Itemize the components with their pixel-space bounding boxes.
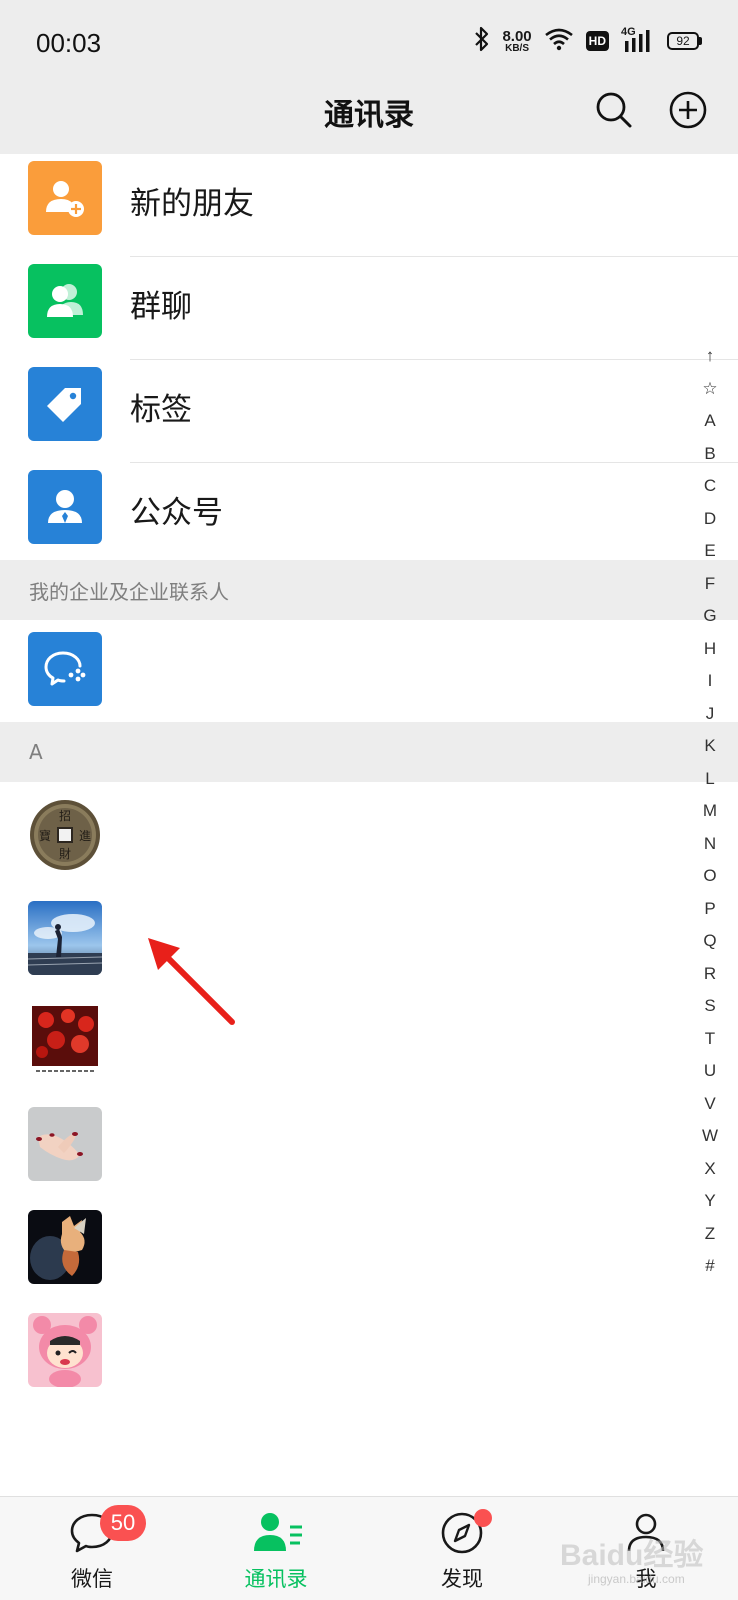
watermark-url: jingyan.baidu.com [588, 1572, 685, 1586]
battery-level: 92 [667, 32, 699, 50]
add-icon[interactable] [668, 90, 708, 130]
index-letter[interactable]: O [690, 860, 730, 893]
status-time: 00:03 [36, 28, 102, 58]
bluetooth-icon [474, 26, 490, 56]
svg-text:財: 財 [59, 846, 71, 861]
section-header-enterprise: 我的企业及企业联系人 [0, 560, 738, 620]
menu-item-new-friends[interactable]: 新的朋友 [0, 154, 738, 257]
index-letter[interactable]: V [690, 1088, 730, 1121]
svg-text:招: 招 [59, 809, 71, 823]
index-letter[interactable]: J [690, 698, 730, 731]
red-lanterns-avatar [28, 1004, 102, 1078]
battery-icon: 92 [667, 32, 702, 50]
menu-item-tags[interactable]: 标签 [0, 360, 738, 463]
index-letter[interactable]: ↑ [690, 340, 730, 373]
tab-label: 微信 [71, 1567, 113, 1591]
tab-chats[interactable]: 50 微信 [22, 1497, 162, 1600]
group-chat-icon [28, 264, 102, 338]
menu-item-label: 新的朋友 [130, 186, 254, 222]
alphabet-index-bar[interactable]: ↑ ☆ A B C D E F G H I J K L M N O P Q R S T U V W X Y Z # [690, 340, 730, 1283]
unread-badge: 50 [100, 1505, 146, 1541]
watermark-text: Baidu经验 [560, 1539, 704, 1572]
tab-label: 发现 [441, 1567, 483, 1591]
tab-contacts[interactable]: 通讯录 [206, 1497, 346, 1600]
svg-text:寶: 寶 [39, 828, 51, 843]
index-letter[interactable]: Z [690, 1218, 730, 1251]
contact-row[interactable] [0, 1210, 738, 1313]
svg-text:進: 進 [79, 829, 91, 843]
menu-item-official-accounts[interactable]: 公众号 [0, 463, 738, 566]
index-letter[interactable]: H [690, 633, 730, 666]
index-letter[interactable]: E [690, 535, 730, 568]
net-speed: 8.00 KB/S [502, 29, 531, 54]
official-account-icon [28, 470, 102, 544]
index-letter[interactable]: W [690, 1120, 730, 1153]
index-letter[interactable]: # [690, 1250, 730, 1283]
menu-item-label: 公众号 [130, 495, 223, 531]
net-speed-unit: KB/S [505, 42, 529, 54]
cartoon-avatar [28, 1313, 102, 1387]
index-letter[interactable]: Y [690, 1185, 730, 1218]
section-header-letter: A [0, 722, 738, 782]
coin-avatar: 招 財 寶 進 [28, 798, 102, 872]
index-letter[interactable]: I [690, 665, 730, 698]
index-letter[interactable]: A [690, 405, 730, 438]
annotation-arrow-icon [140, 930, 240, 1034]
title-bar: 通讯录 [0, 84, 738, 154]
index-letter[interactable]: L [690, 763, 730, 796]
search-icon[interactable] [594, 90, 634, 130]
contact-row[interactable] [0, 1004, 738, 1107]
index-letter[interactable]: N [690, 828, 730, 861]
index-letter[interactable]: P [690, 893, 730, 926]
index-letter[interactable]: S [690, 990, 730, 1023]
index-letter[interactable]: D [690, 503, 730, 536]
index-letter[interactable]: M [690, 795, 730, 828]
index-letter[interactable]: F [690, 568, 730, 601]
notification-dot [474, 1509, 492, 1527]
contact-row[interactable] [0, 1313, 738, 1416]
hd-icon: HD [585, 31, 609, 51]
hand-nails-avatar [28, 1107, 102, 1181]
index-letter[interactable]: Q [690, 925, 730, 958]
menu-item-label: 群聊 [130, 289, 192, 325]
index-letter[interactable]: K [690, 730, 730, 763]
index-letter[interactable]: R [690, 958, 730, 991]
index-letter[interactable]: B [690, 438, 730, 471]
index-letter[interactable]: C [690, 470, 730, 503]
contact-row[interactable]: 招 財 寶 進 [0, 798, 738, 901]
contacts-icon [252, 1509, 302, 1557]
index-letter[interactable]: G [690, 600, 730, 633]
index-letter[interactable]: T [690, 1023, 730, 1056]
wifi-icon [544, 27, 574, 55]
tag-icon [28, 367, 102, 441]
add-friend-icon [28, 161, 102, 235]
enterprise-contacts-item[interactable] [0, 625, 738, 728]
status-icons: 8.00 KB/S HD 4G 92 [474, 26, 702, 56]
menu-item-label: 标签 [130, 392, 192, 428]
index-letter[interactable]: ☆ [690, 373, 730, 406]
game-character-avatar [28, 1210, 102, 1284]
net-speed-value: 8.00 [502, 27, 532, 45]
sky-photo-avatar [28, 901, 102, 975]
status-bar: 00:03 8.00 KB/S HD 4G 92 [0, 0, 738, 84]
signal-icon: 4G [621, 26, 655, 54]
tab-discover[interactable]: 发现 [392, 1497, 532, 1600]
contact-row[interactable] [0, 1107, 738, 1210]
index-letter[interactable]: U [690, 1055, 730, 1088]
contact-row[interactable] [0, 901, 738, 1004]
menu-item-group-chats[interactable]: 群聊 [0, 257, 738, 360]
tab-label: 通讯录 [244, 1567, 308, 1591]
index-letter[interactable]: X [690, 1153, 730, 1186]
wecom-icon [28, 632, 102, 706]
